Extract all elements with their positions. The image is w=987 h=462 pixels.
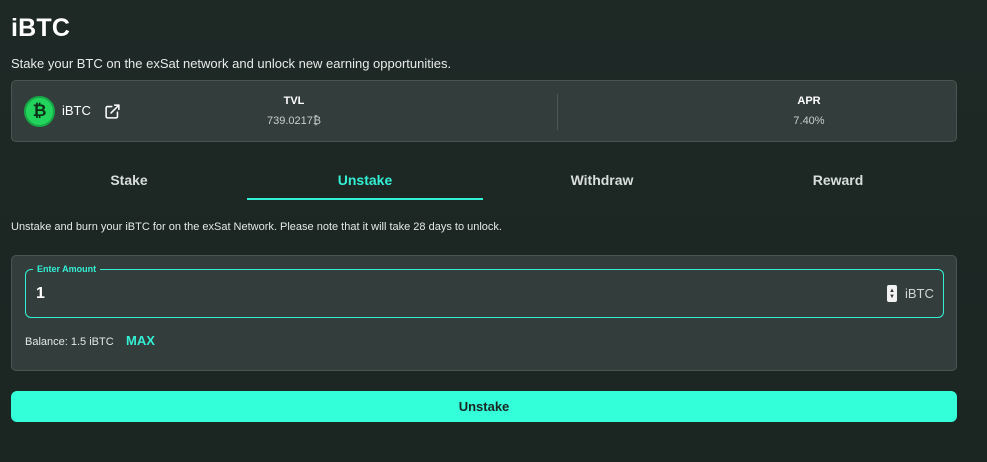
tab-reward[interactable]: Reward: [720, 164, 956, 200]
tab-stake[interactable]: Stake: [11, 164, 247, 200]
apr-label: APR: [797, 95, 821, 107]
stats-divider: [557, 94, 558, 130]
amount-stepper[interactable]: ▲ ▼: [887, 285, 897, 302]
balance-text: Balance: 1.5 iBTC: [25, 336, 114, 348]
bitcoin-coin-icon: ₿: [24, 96, 55, 127]
amount-unit: iBTC: [905, 286, 934, 301]
stepper-down-icon[interactable]: ▼: [889, 294, 895, 300]
max-button[interactable]: MAX: [126, 333, 155, 348]
staking-page: iBTC Stake your BTC on the exSat network…: [0, 0, 987, 462]
amount-field: Enter Amount ▲ ▼ iBTC: [25, 262, 944, 318]
apr-stat: APR 7.40%: [749, 95, 869, 127]
external-link-icon[interactable]: [104, 103, 121, 120]
tab-withdraw[interactable]: Withdraw: [484, 164, 720, 200]
apr-value: 7.40%: [793, 115, 825, 127]
page-subtitle: Stake your BTC on the exSat network and …: [11, 56, 452, 71]
tvl-label: TVL: [283, 95, 305, 107]
stats-card: ₿ iBTC TVL 739.0217₿ APR 7.40%: [11, 80, 957, 142]
page-title: iBTC: [11, 14, 71, 42]
tvl-stat: TVL 739.0217₿: [234, 95, 354, 127]
unstake-button[interactable]: Unstake: [11, 391, 957, 422]
tab-unstake[interactable]: Unstake: [247, 164, 483, 200]
token-name: iBTC: [62, 103, 91, 118]
tvl-value: 739.0217₿: [266, 115, 322, 127]
amount-input[interactable]: [36, 282, 856, 306]
tab-bar: Stake Unstake Withdraw Reward: [11, 164, 957, 202]
unstake-form: Enter Amount ▲ ▼ iBTC Balance: 1.5 iBTC …: [11, 255, 957, 371]
unstake-description: Unstake and burn your iBTC for on the ex…: [11, 221, 502, 233]
amount-label: Enter Amount: [33, 262, 101, 276]
